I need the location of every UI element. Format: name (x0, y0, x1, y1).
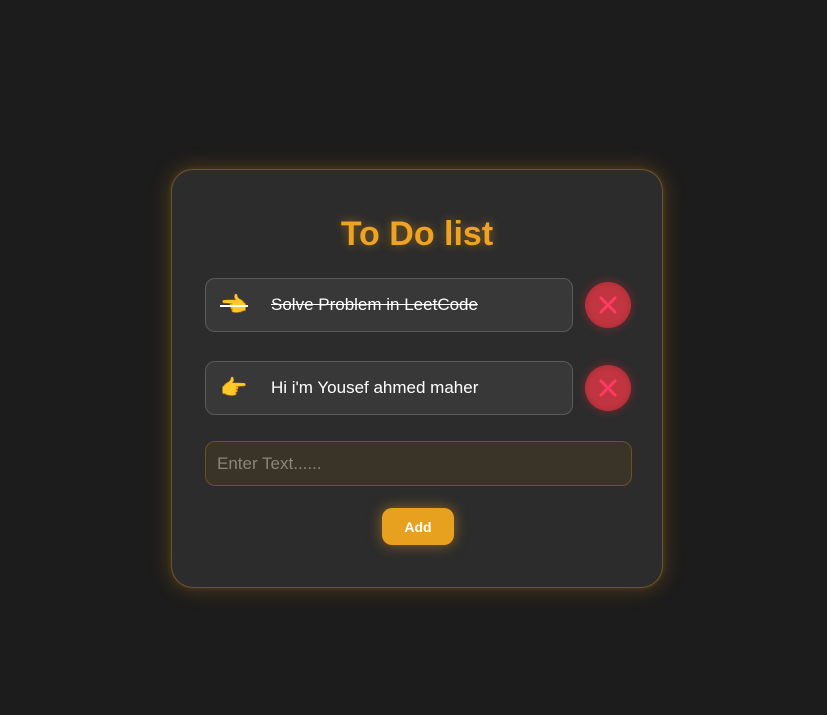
delete-task-2-button[interactable] (585, 365, 631, 411)
task-text: Solve Problem in LeetCode (271, 295, 478, 314)
pointing-right-icon: 👉 (220, 375, 248, 400)
delete-task-1-button[interactable] (585, 282, 631, 328)
close-icon (599, 379, 617, 397)
task-input[interactable] (205, 441, 632, 486)
task-text: Hi i'm Yousef ahmed maher (271, 378, 479, 397)
todo-card: To Do list 👈 Solve Problem in LeetCode 👉… (171, 169, 663, 588)
close-icon (599, 296, 617, 314)
task-item-2[interactable]: 👉 Hi i'm Yousef ahmed maher (205, 361, 573, 415)
app-title: To Do list (340, 215, 494, 253)
task-item-1[interactable]: 👈 Solve Problem in LeetCode (205, 278, 573, 332)
add-button[interactable]: Add (382, 508, 454, 545)
pointing-left-icon: 👈 (220, 292, 248, 317)
